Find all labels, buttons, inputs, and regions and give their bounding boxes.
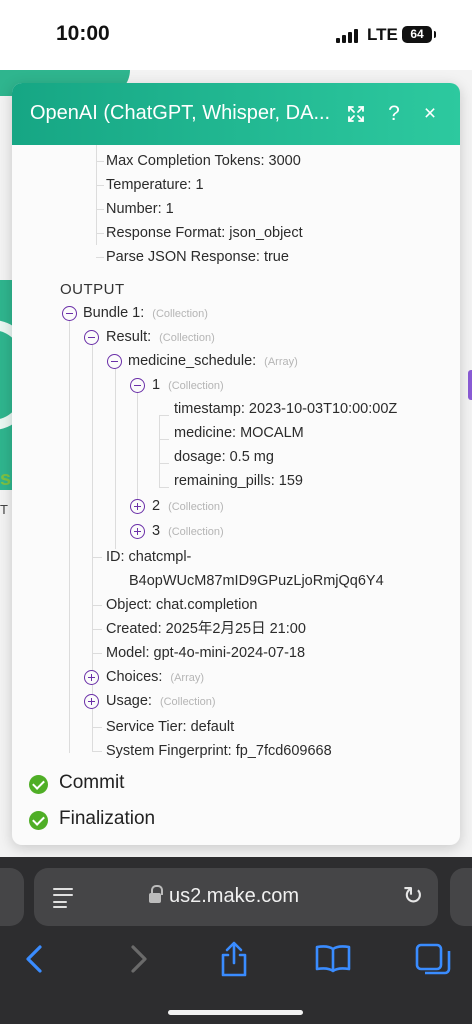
tree-guide: [96, 161, 104, 162]
collapse-icon[interactable]: [62, 306, 77, 321]
previous-tab-peek[interactable]: [0, 868, 24, 926]
tree-guide: [159, 415, 160, 487]
output-content[interactable]: Max Completion Tokens: 3000 Temperature: 1…: [12, 145, 460, 845]
url-text[interactable]: us2.make.com: [169, 885, 299, 908]
field-row: Model: gpt-4o-mini-2024-07-18: [106, 645, 306, 661]
stage-finalization: Finalization: [59, 808, 156, 829]
tabs-icon[interactable]: [413, 939, 453, 979]
param-row: Max Completion Tokens: 3000: [106, 153, 301, 169]
next-tab-peek[interactable]: [450, 868, 472, 926]
network-type: LTE: [367, 25, 398, 44]
tree-node-usage[interactable]: Usage: (Collection): [106, 691, 216, 712]
tree-guide: [92, 751, 102, 752]
background-handle: [468, 370, 472, 400]
tree-guide: [96, 145, 97, 245]
tree-guide: [96, 185, 104, 186]
tree-guide: [159, 487, 169, 488]
stage-commit: Commit: [59, 772, 125, 793]
reload-icon[interactable]: ↻: [400, 883, 426, 909]
home-indicator[interactable]: [168, 1010, 303, 1015]
param-row: Temperature: 1: [106, 177, 204, 193]
tree-guide: [96, 209, 104, 210]
share-icon[interactable]: [214, 939, 254, 979]
check-icon: [29, 775, 48, 794]
address-bar[interactable]: us2.make.com ↻: [34, 868, 438, 926]
back-icon[interactable]: [16, 939, 56, 979]
field-row: medicine: MOCALM: [174, 425, 304, 441]
close-button[interactable]: ×: [416, 100, 444, 128]
collapse-icon[interactable]: [84, 330, 99, 345]
field-row: dosage: 0.5 mg: [174, 449, 274, 465]
collapse-icon[interactable]: [107, 354, 122, 369]
expand-icon[interactable]: [84, 694, 99, 709]
field-row-id: ID: chatcmpl-: [106, 549, 192, 565]
tree-guide: [96, 257, 104, 258]
tree-node-medicine-schedule[interactable]: medicine_schedule: (Array): [128, 351, 298, 372]
param-row: Number: 1: [106, 201, 174, 217]
status-time: 10:00: [56, 22, 110, 45]
bookmarks-icon[interactable]: [313, 939, 353, 979]
tree-guide: [159, 463, 169, 464]
field-row: Object: chat.completion: [106, 597, 258, 613]
expand-icon[interactable]: [84, 670, 99, 685]
tree-guide: [159, 439, 169, 440]
param-row: Response Format: json_object: [106, 225, 303, 241]
tree-guide: [92, 629, 102, 630]
browser-toolbar: us2.make.com ↻: [0, 857, 472, 1024]
tree-guide: [92, 343, 93, 751]
help-button[interactable]: ?: [380, 100, 408, 128]
tree-node-item-1[interactable]: 1 (Collection): [152, 375, 224, 396]
tree-node-result[interactable]: Result: (Collection): [106, 327, 215, 348]
collapse-icon[interactable]: [130, 378, 145, 393]
module-output-modal: OpenAI (ChatGPT, Whisper, DA... ? × Max …: [12, 83, 460, 845]
battery-icon: 64: [402, 26, 436, 43]
modal-title: OpenAI (ChatGPT, Whisper, DA...: [30, 102, 331, 124]
tree-guide: [69, 319, 70, 753]
status-bar: 10:00 LTE 64: [0, 0, 472, 70]
background-text: s: [0, 468, 12, 490]
expand-icon[interactable]: [342, 100, 370, 128]
output-heading: OUTPUT: [60, 281, 125, 298]
modal-header: OpenAI (ChatGPT, Whisper, DA... ? ×: [12, 83, 460, 145]
field-row: remaining_pills: 159: [174, 473, 303, 489]
field-row: timestamp: 2023-10-03T10:00:00Z: [174, 401, 398, 417]
tree-node-item-2[interactable]: 2 (Collection): [152, 496, 224, 517]
tree-guide: [92, 605, 102, 606]
tree-guide: [96, 233, 104, 234]
tree-node-item-3[interactable]: 3 (Collection): [152, 521, 224, 542]
expand-icon[interactable]: [130, 524, 145, 539]
tree-node-choices[interactable]: Choices: (Array): [106, 667, 204, 688]
tree-guide: [137, 391, 138, 505]
page-menu-icon[interactable]: [53, 886, 75, 908]
field-row: System Fingerprint: fp_7fcd609668: [106, 743, 332, 759]
tree-guide: [159, 415, 169, 416]
tree-guide: [92, 557, 102, 558]
tree-guide: [92, 653, 102, 654]
field-row: Service Tier: default: [106, 719, 235, 735]
tree-node-bundle[interactable]: Bundle 1: (Collection): [83, 303, 208, 324]
tree-guide: [92, 727, 102, 728]
field-row-id-continued: B4opWUcM87mID9GPuzLjoRmjQq6Y4: [129, 573, 384, 589]
field-row: Created: 2025年2月25日 21:00: [106, 621, 306, 637]
expand-icon[interactable]: [130, 499, 145, 514]
lock-icon: [149, 885, 163, 904]
tree-guide: [115, 367, 116, 549]
signal-icon: [336, 29, 360, 43]
check-icon: [29, 811, 48, 830]
param-row: Parse JSON Response: true: [106, 249, 289, 265]
forward-icon[interactable]: [117, 939, 157, 979]
background-text: T: [0, 502, 8, 517]
